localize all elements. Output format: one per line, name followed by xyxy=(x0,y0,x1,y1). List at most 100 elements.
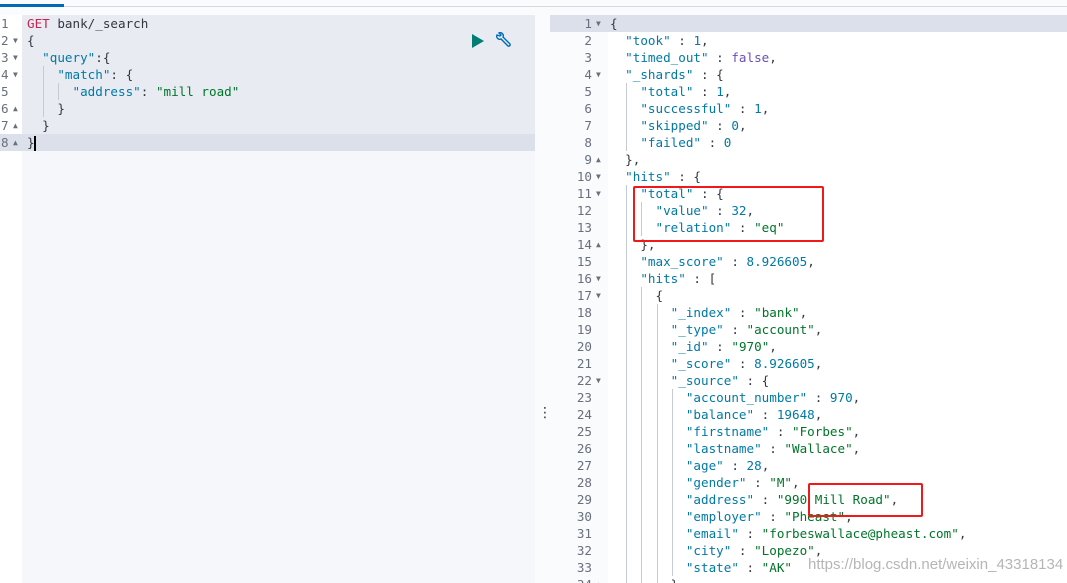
indent-guide xyxy=(641,542,643,559)
indent-guide xyxy=(58,83,60,100)
code-line[interactable]: 34 ▲ } xyxy=(550,576,1067,583)
code-line[interactable]: 10 ▼ "hits" : { xyxy=(550,168,1067,185)
code-line[interactable]: 24 "balance" : 19648, xyxy=(550,406,1067,423)
code-line[interactable]: 8 ▲} xyxy=(0,134,535,151)
fold-collapse-icon[interactable]: ▼ xyxy=(13,49,18,66)
code-line[interactable]: 31 "email" : "forbeswallace@pheast.com", xyxy=(550,525,1067,542)
fold-collapse-icon[interactable]: ▼ xyxy=(596,287,601,304)
code-line[interactable]: 18 "_index" : "bank", xyxy=(550,304,1067,321)
line-number: 31 xyxy=(576,526,592,541)
code-line[interactable]: 6 "successful" : 1, xyxy=(550,100,1067,117)
code-line[interactable]: 3 ▼ "query":{ xyxy=(0,49,535,66)
fold-collapse-icon[interactable]: ▼ xyxy=(13,32,18,49)
code-text: "gender" : "M", xyxy=(685,475,800,490)
code-text: "total" : 1, xyxy=(640,84,732,99)
code-text: } xyxy=(27,101,65,116)
code-text: }, xyxy=(610,152,641,167)
code-line[interactable]: 7 ▲ } xyxy=(0,117,535,134)
code-line[interactable]: 17 ▼ { xyxy=(550,287,1067,304)
indent-guide xyxy=(626,372,628,389)
indent-guide xyxy=(641,508,643,525)
indent-guide xyxy=(641,321,643,338)
fold-expand-icon[interactable]: ▲ xyxy=(596,236,601,253)
tab-strip xyxy=(0,0,1067,7)
indent-guide xyxy=(626,474,628,491)
fold-collapse-icon[interactable]: ▼ xyxy=(596,270,601,287)
fold-collapse-icon[interactable]: ▼ xyxy=(596,372,601,389)
indent-guide xyxy=(626,185,628,202)
fold-collapse-icon[interactable]: ▼ xyxy=(13,66,18,83)
fold-collapse-icon[interactable]: ▼ xyxy=(596,66,601,83)
request-editor[interactable]: 1 GET bank/_search 2 ▼{3 ▼ "query":{4 ▼ "matc… xyxy=(0,15,535,583)
indent-guide xyxy=(626,253,628,270)
indent-guide xyxy=(656,338,658,355)
line-number: 2 xyxy=(1,33,9,48)
indent-guide xyxy=(626,423,628,440)
fold-collapse-icon[interactable]: ▼ xyxy=(596,185,601,202)
line-number: 30 xyxy=(576,509,592,524)
code-line[interactable]: 4 ▼ "_shards" : { xyxy=(550,66,1067,83)
indent-guide xyxy=(641,423,643,440)
indent-guide xyxy=(626,83,628,100)
code-line[interactable]: 6 ▲ } xyxy=(0,100,535,117)
line-number: 12 xyxy=(576,203,592,218)
code-line[interactable]: 8 "failed" : 0 xyxy=(550,134,1067,151)
code-text: "state" : "AK" xyxy=(685,560,793,575)
code-line[interactable]: 19 "_type" : "account", xyxy=(550,321,1067,338)
line-number: 1 xyxy=(1,16,9,31)
indent-guide xyxy=(671,457,673,474)
indent-guide xyxy=(656,474,658,491)
code-line[interactable]: 23 "account_number" : 970, xyxy=(550,389,1067,406)
code-line[interactable]: 1 GET bank/_search xyxy=(0,15,535,32)
indent-guide xyxy=(671,406,673,423)
indent-guide xyxy=(656,389,658,406)
code-line[interactable]: 3 "timed_out" : false, xyxy=(550,49,1067,66)
indent-guide xyxy=(671,474,673,491)
code-line[interactable]: 9 ▲ }, xyxy=(550,151,1067,168)
indent-guide xyxy=(656,423,658,440)
fold-collapse-icon[interactable]: ▼ xyxy=(596,15,601,32)
code-line[interactable]: 2 "took" : 1, xyxy=(550,32,1067,49)
play-icon[interactable] xyxy=(472,34,484,48)
indent-guide xyxy=(626,236,628,253)
fold-expand-icon[interactable]: ▲ xyxy=(596,576,601,583)
code-line[interactable]: 21 "_score" : 8.926605, xyxy=(550,355,1067,372)
line-number: 5 xyxy=(584,84,592,99)
code-line[interactable]: 22 ▼ "_source" : { xyxy=(550,372,1067,389)
wrench-icon[interactable] xyxy=(494,32,512,50)
code-line[interactable]: 15 "max_score" : 8.926605, xyxy=(550,253,1067,270)
code-line[interactable]: 27 "age" : 28, xyxy=(550,457,1067,474)
line-number: 3 xyxy=(1,50,9,65)
code-line[interactable]: 5 "address": "mill road" xyxy=(0,83,535,100)
fold-expand-icon[interactable]: ▲ xyxy=(13,100,18,117)
fold-expand-icon[interactable]: ▲ xyxy=(596,151,601,168)
indent-guide xyxy=(641,559,643,576)
indent-guide xyxy=(43,66,45,83)
indent-guide xyxy=(626,440,628,457)
code-line[interactable]: 7 "skipped" : 0, xyxy=(550,117,1067,134)
code-text: "account_number" : 970, xyxy=(685,390,861,405)
code-line[interactable]: 25 "firstname" : "Forbes", xyxy=(550,423,1067,440)
fold-expand-icon[interactable]: ▲ xyxy=(13,134,18,151)
line-number: 28 xyxy=(576,475,592,490)
indent-guide xyxy=(656,508,658,525)
indent-guide xyxy=(626,559,628,576)
watermark: https://blog.csdn.net/weixin_43318134 xyxy=(808,556,1064,573)
indent-guide xyxy=(43,83,45,100)
code-line[interactable]: 20 "_id" : "970", xyxy=(550,338,1067,355)
indent-guide xyxy=(641,304,643,321)
code-line[interactable]: 2 ▼ { xyxy=(0,32,535,49)
line-number: 32 xyxy=(576,543,592,558)
fold-collapse-icon[interactable]: ▼ xyxy=(596,168,601,185)
code-text: "skipped" : 0, xyxy=(640,118,747,133)
indent-guide xyxy=(641,372,643,389)
code-line[interactable]: 16 ▼ "hits" : [ xyxy=(550,270,1067,287)
code-line[interactable]: 4 ▼ "match": { xyxy=(0,66,535,83)
line-number: 13 xyxy=(576,220,592,235)
tab-console-active-indicator[interactable] xyxy=(0,4,64,7)
code-line[interactable]: 1 ▼ { xyxy=(550,15,1067,32)
line-number: 18 xyxy=(576,305,592,320)
code-line[interactable]: 5 "total" : 1, xyxy=(550,83,1067,100)
fold-expand-icon[interactable]: ▲ xyxy=(13,117,18,134)
code-line[interactable]: 26 "lastname" : "Wallace", xyxy=(550,440,1067,457)
